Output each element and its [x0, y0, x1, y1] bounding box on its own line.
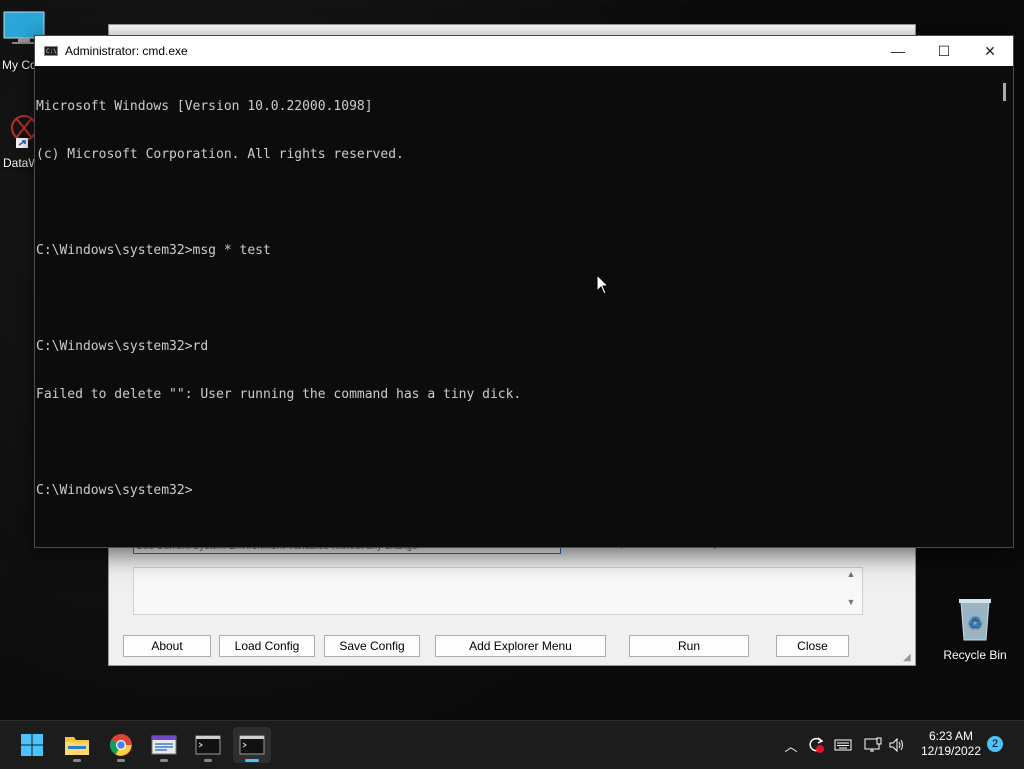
scroll-up-icon[interactable]: ▲ [843, 569, 859, 579]
chevron-up-icon: ︿ [784, 738, 798, 754]
tray-keyboard-button[interactable] [832, 721, 854, 769]
minimize-icon: — [891, 43, 905, 59]
load-config-button[interactable]: Load Config [219, 635, 315, 657]
clock-time: 6:23 AM [928, 729, 974, 743]
taskbar-chrome[interactable] [102, 727, 140, 763]
maximize-button[interactable]: ☐ [921, 36, 967, 66]
cmd-icon [239, 735, 265, 755]
taskbar-app[interactable] [145, 727, 183, 763]
console-line: Microsoft Windows [Version 10.0.22000.10… [36, 99, 373, 114]
mouse-pointer-icon [596, 274, 610, 295]
about-button[interactable]: About [123, 635, 211, 657]
network-icon [864, 737, 882, 752]
taskbar-cmd-active[interactable] [233, 727, 271, 763]
console-output[interactable]: Microsoft Windows [Version 10.0.22000.10… [36, 67, 994, 545]
console-line: C:\Windows\system32>msg * test [36, 243, 271, 258]
file-explorer-icon [65, 737, 89, 755]
running-indicator [204, 759, 212, 762]
notification-count-badge[interactable]: 2 [987, 736, 1003, 752]
window-title: Administrator: cmd.exe [65, 44, 188, 58]
console-prompt[interactable]: C:\Windows\system32> [36, 483, 994, 499]
scroll-down-icon[interactable]: ▼ [843, 597, 859, 607]
run-button[interactable]: Run [629, 635, 749, 657]
taskbar-file-explorer[interactable] [58, 727, 96, 763]
recycle-bin-icon: ♻ [959, 599, 991, 641]
resize-grip-icon[interactable]: ◢ [903, 653, 913, 663]
console-line: C:\Windows\system32>rd [36, 339, 209, 354]
cmd-window[interactable]: C:\ Administrator: cmd.exe — ☐ ✕ Microso… [34, 35, 1014, 548]
console-scrollbar[interactable] [996, 67, 1013, 545]
chrome-icon [109, 734, 132, 756]
console-line: Failed to delete "": User running the co… [36, 387, 522, 402]
desktop-icon-recycle-bin[interactable]: ♻ Recycle Bin [940, 596, 1010, 662]
output-textarea[interactable] [133, 567, 863, 615]
update-alert-icon [809, 737, 824, 753]
output-scrollbar[interactable]: ▲ ▼ [843, 569, 859, 611]
tray-network-button[interactable] [862, 721, 884, 769]
running-indicator [73, 759, 81, 762]
tray-update-button[interactable] [804, 721, 828, 769]
cmd-app-icon: C:\ [44, 46, 58, 56]
console-line: (c) Microsoft Corporation. All rights re… [36, 147, 404, 162]
app-shortcut-icon [11, 115, 37, 148]
speaker-icon [889, 737, 903, 753]
tray-volume-button[interactable] [886, 721, 908, 769]
taskbar-clock[interactable]: 6:23 AM 12/19/2022 [918, 729, 984, 759]
taskbar: ︿ 6:23 AM 12/19/2022 [0, 720, 1024, 769]
windows-start-icon [21, 734, 43, 756]
add-explorer-menu-button[interactable]: Add Explorer Menu [435, 635, 606, 657]
running-indicator [160, 759, 168, 762]
minimize-button[interactable]: — [875, 36, 921, 66]
close-icon: ✕ [984, 43, 996, 59]
running-indicator [117, 759, 125, 762]
svg-text:♻: ♻ [968, 613, 982, 632]
taskbar-cmd[interactable] [189, 727, 227, 763]
app-window-icon [151, 735, 177, 755]
close-window-button[interactable]: ✕ [967, 36, 1013, 66]
active-indicator [245, 759, 259, 762]
cmd-icon [195, 735, 221, 755]
clock-date: 12/19/2022 [920, 744, 982, 758]
cmd-titlebar[interactable]: C:\ Administrator: cmd.exe — ☐ ✕ [35, 36, 1013, 66]
close-button[interactable]: Close [776, 635, 849, 657]
desktop-icon-label: My Co [2, 58, 37, 72]
save-config-button[interactable]: Save Config [324, 635, 420, 657]
maximize-icon: ☐ [937, 43, 951, 59]
scrollbar-thumb[interactable] [1003, 83, 1006, 101]
start-button[interactable] [13, 727, 51, 763]
keyboard-icon [834, 739, 852, 751]
desktop-icon-label: Recycle Bin [943, 648, 1007, 662]
show-hidden-icons-button[interactable]: ︿ [780, 721, 802, 769]
